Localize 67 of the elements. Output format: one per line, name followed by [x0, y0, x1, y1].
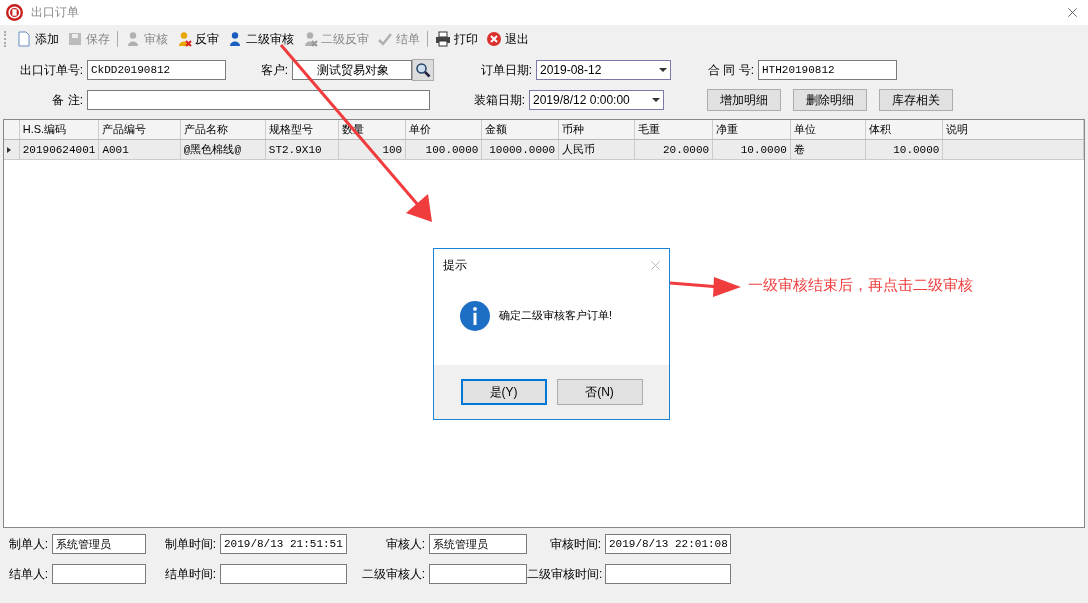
toolbar-button[interactable]: 二级审核	[223, 30, 298, 48]
input-field[interactable]: 2019/8/13 21:51:51	[220, 534, 347, 554]
toolbar-button[interactable]: 退出	[482, 30, 533, 48]
column-header[interactable]: 毛重	[634, 120, 713, 140]
field-label: 订单日期:	[479, 61, 532, 79]
field-label: 二级审核时间:	[527, 565, 601, 583]
field-label: 结单时间:	[163, 565, 216, 583]
field-label: 制单人:	[7, 535, 48, 553]
input-field[interactable]	[87, 90, 430, 110]
close-icon	[486, 31, 502, 47]
person-icon	[302, 31, 318, 47]
action-button[interactable]: 删除明细	[793, 89, 867, 111]
field-label: 出口订单号:	[18, 61, 83, 79]
input-field[interactable]	[605, 564, 731, 584]
field-label: 客户:	[259, 61, 288, 79]
annotation-text: 一级审核结束后，再点击二级审核	[748, 276, 973, 295]
column-header[interactable]: 体积	[865, 120, 943, 140]
field-label: 审核人:	[384, 535, 425, 553]
dialog-button[interactable]: 否(N)	[556, 379, 643, 405]
field-label: 制单时间:	[163, 535, 216, 553]
person-icon	[125, 31, 141, 47]
field-label: 合 同 号:	[707, 61, 754, 79]
input-field[interactable]: HTH20190812	[758, 60, 897, 80]
field-label: 备 注:	[51, 91, 83, 109]
page-icon	[16, 31, 32, 47]
field-label: 装箱日期:	[472, 91, 525, 109]
dialog-button[interactable]: 是(Y)	[460, 379, 547, 405]
column-header[interactable]: 说明	[942, 120, 1084, 140]
dialog-title: 提示	[443, 257, 467, 274]
toolbar-button[interactable]: 反审	[172, 30, 223, 48]
column-header[interactable]: 金额	[481, 120, 559, 140]
toolbar-button[interactable]: 打印	[431, 30, 482, 48]
annotation-arrow	[669, 277, 741, 297]
input-field[interactable]: 测试贸易对象	[292, 60, 412, 80]
field-label: 审核时间:	[548, 535, 601, 553]
field-label: 结单人:	[7, 565, 48, 583]
app-logo-icon	[6, 4, 23, 21]
input-field[interactable]	[52, 564, 146, 584]
printer-icon	[435, 31, 451, 47]
date-picker[interactable]: 2019/8/12 0:00:00	[529, 90, 664, 110]
input-field[interactable]: 系统管理员	[52, 534, 146, 554]
action-button[interactable]: 增加明细	[707, 89, 781, 111]
window-title: 出口订单	[31, 4, 80, 21]
column-header[interactable]: 规格型号	[265, 120, 339, 140]
person-icon	[176, 31, 192, 47]
input-field[interactable]	[220, 564, 347, 584]
column-header[interactable]: 币种	[558, 120, 635, 140]
action-button[interactable]: 库存相关	[879, 89, 953, 111]
column-header[interactable]: H.S.编码	[19, 120, 99, 140]
column-header[interactable]: 产品名称	[180, 120, 266, 140]
info-icon	[460, 300, 490, 331]
field-label: 二级审核人:	[360, 565, 425, 583]
person-icon	[227, 31, 243, 47]
dialog-message: 确定二级审核客户订单!	[499, 308, 613, 323]
input-field[interactable]	[429, 564, 527, 584]
search-button[interactable]	[412, 59, 434, 81]
check-icon	[377, 31, 393, 47]
date-picker[interactable]: 2019-08-12	[536, 60, 671, 80]
column-header[interactable]: 单价	[405, 120, 482, 140]
column-header[interactable]: 单位	[790, 120, 866, 140]
column-header[interactable]: 产品编号	[98, 120, 181, 140]
toolbar-button[interactable]: 添加	[12, 30, 63, 48]
input-field[interactable]: CkDD20190812	[87, 60, 226, 80]
input-field[interactable]: 2019/8/13 22:01:08	[605, 534, 731, 554]
close-icon[interactable]	[1067, 7, 1078, 18]
input-field[interactable]: 系统管理员	[429, 534, 527, 554]
column-header[interactable]: 净重	[712, 120, 791, 140]
